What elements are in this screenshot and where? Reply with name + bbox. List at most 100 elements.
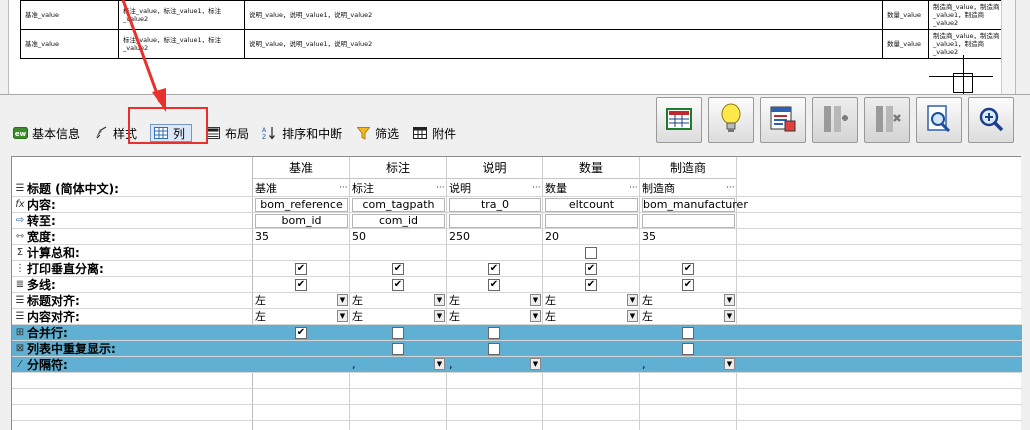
title-cell[interactable]: 数量 ··· (543, 181, 639, 197)
separator-icon: ⁄ (19, 359, 21, 370)
content-align-select[interactable]: 左 (253, 309, 337, 325)
title-cell[interactable]: 基准 ··· (253, 181, 349, 197)
ellipsis-icon[interactable]: ··· (339, 181, 348, 195)
chevron-down-icon[interactable]: ▼ (337, 294, 348, 306)
title-cell[interactable]: 制造商 ··· (640, 181, 736, 197)
width-value[interactable]: 35 (253, 229, 349, 245)
repeat-checkbox[interactable] (682, 343, 694, 355)
title-align-select[interactable]: 左 (350, 293, 434, 309)
goto-field[interactable] (642, 214, 735, 228)
multiline-checkbox[interactable]: ✔ (295, 279, 307, 291)
chevron-down-icon[interactable]: ▼ (724, 310, 735, 322)
empty-row (12, 373, 1022, 389)
ellipsis-icon[interactable]: ··· (436, 181, 445, 195)
content-field[interactable]: eltcount (545, 198, 638, 212)
separator-select[interactable]: , (447, 357, 530, 373)
chevron-down-icon[interactable]: ▼ (530, 358, 541, 370)
title-align-select[interactable]: 左 (253, 293, 337, 309)
print-split-checkbox[interactable]: ✔ (682, 263, 694, 275)
multiline-checkbox[interactable]: ✔ (488, 279, 500, 291)
width-value[interactable]: 50 (350, 229, 446, 245)
chevron-down-icon[interactable]: ▼ (627, 294, 638, 306)
title-align-select[interactable]: 左 (640, 293, 724, 309)
goto-field[interactable]: com_id (352, 214, 445, 228)
preview-cell: 制造商_value，制造商_value1，制造商_value2 (928, 0, 1009, 30)
tab-label: 布局 (225, 126, 250, 141)
merge-checkbox[interactable] (488, 327, 500, 339)
row-label: 标题 (简体中文): (27, 182, 119, 196)
repeat-checkbox[interactable] (392, 343, 404, 355)
column-header[interactable]: 说明 (447, 157, 543, 179)
column-header[interactable]: 标注 (350, 157, 447, 179)
merge-checkbox[interactable] (392, 327, 404, 339)
width-value[interactable]: 250 (447, 229, 542, 245)
content-align-select[interactable]: 左 (640, 309, 724, 325)
tab-label: 排序和中断 (282, 126, 343, 141)
content-field[interactable]: com_tagpath (352, 198, 445, 212)
attachment-icon (412, 126, 428, 140)
chevron-down-icon[interactable]: ▼ (337, 310, 348, 322)
row-sum: Σ 计算总和: (12, 245, 1022, 261)
repeat-checkbox[interactable] (488, 343, 500, 355)
formula-icon: fx (15, 199, 25, 210)
properties-button[interactable] (760, 97, 806, 143)
print-split-checkbox[interactable]: ✔ (392, 263, 404, 275)
row-label: 分隔符: (27, 358, 68, 372)
bulb-button[interactable] (708, 97, 754, 143)
goto-field[interactable]: bom_id (255, 214, 348, 228)
column-header[interactable]: 制造商 (640, 157, 737, 179)
row-label: 打印垂直分离: (27, 262, 104, 276)
zoom-button[interactable] (968, 97, 1014, 143)
tab-filter[interactable]: 筛选 (355, 124, 399, 142)
sum-checkbox[interactable] (585, 247, 597, 259)
tab-layout[interactable]: 布局 (205, 124, 249, 142)
chevron-down-icon[interactable]: ▼ (434, 358, 445, 370)
column-header[interactable]: 数量 (543, 157, 640, 179)
ellipsis-icon[interactable]: ··· (532, 181, 541, 195)
content-field[interactable]: bom_reference (255, 198, 348, 212)
chevron-down-icon[interactable]: ▼ (724, 294, 735, 306)
table-button[interactable] (656, 97, 702, 143)
column-header[interactable]: 基准 (253, 157, 350, 179)
print-split-checkbox[interactable]: ✔ (488, 263, 500, 275)
separator-select[interactable]: , (350, 357, 434, 373)
merge-checkbox[interactable] (682, 327, 694, 339)
width-value[interactable]: 35 (640, 229, 736, 245)
split-icon: ⋮ (15, 263, 25, 274)
multiline-checkbox[interactable]: ✔ (585, 279, 597, 291)
chevron-down-icon[interactable]: ▼ (530, 294, 541, 306)
tab-attachment[interactable]: 附件 (412, 124, 456, 142)
chevron-down-icon[interactable]: ▼ (530, 310, 541, 322)
print-split-checkbox[interactable]: ✔ (585, 263, 597, 275)
width-value[interactable]: 20 (543, 229, 639, 245)
title-align-select[interactable]: 左 (543, 293, 627, 309)
merge-checkbox[interactable]: ✔ (295, 327, 307, 339)
multiline-checkbox[interactable]: ✔ (682, 279, 694, 291)
print-split-checkbox[interactable]: ✔ (295, 263, 307, 275)
content-field[interactable]: tra_0 (449, 198, 541, 212)
preview-cell: 数量_value (882, 0, 929, 30)
ellipsis-icon[interactable]: ··· (726, 181, 735, 195)
preview-scrollbar[interactable] (1001, 0, 1015, 94)
tab-sort-break[interactable]: AZ 排序和中断 (262, 124, 342, 142)
content-align-select[interactable]: 左 (350, 309, 434, 325)
content-align-select[interactable]: 左 (447, 309, 530, 325)
repeat-icon: ⊠ (15, 343, 25, 354)
multiline-checkbox[interactable]: ✔ (392, 279, 404, 291)
title-align-select[interactable]: 左 (447, 293, 530, 309)
preview-button[interactable] (916, 97, 962, 143)
separator-select[interactable]: , (640, 357, 724, 373)
chevron-down-icon[interactable]: ▼ (627, 310, 638, 322)
title-cell[interactable]: 说明 ··· (447, 181, 542, 197)
chevron-down-icon[interactable]: ▼ (434, 310, 445, 322)
content-align-select[interactable]: 左 (543, 309, 627, 325)
content-field[interactable]: bom_manufacturer (642, 198, 748, 212)
insert-column-button[interactable] (812, 97, 858, 143)
goto-field[interactable] (449, 214, 541, 228)
title-cell[interactable]: 标注 ··· (350, 181, 446, 197)
delete-column-button[interactable] (864, 97, 910, 143)
ellipsis-icon[interactable]: ··· (629, 181, 638, 195)
goto-field[interactable] (545, 214, 638, 228)
chevron-down-icon[interactable]: ▼ (724, 358, 735, 370)
chevron-down-icon[interactable]: ▼ (434, 294, 445, 306)
